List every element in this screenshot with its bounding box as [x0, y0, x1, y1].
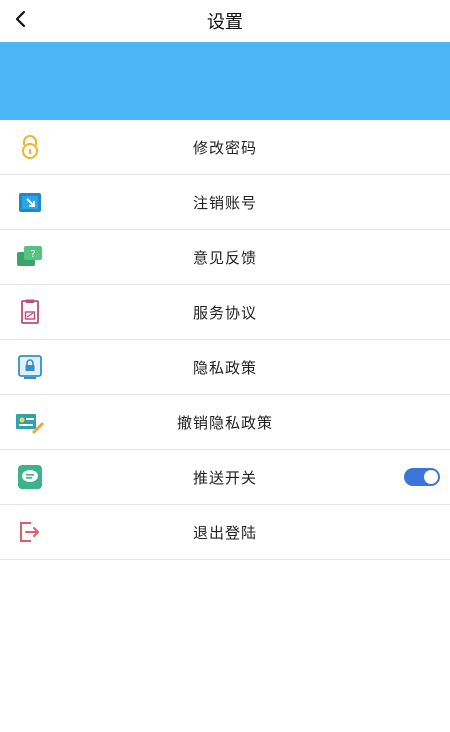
- push-switch-item: 推送开关: [0, 450, 450, 505]
- cancel-account-label: 注销账号: [192, 193, 257, 212]
- message-bubble-icon: [14, 461, 46, 493]
- settings-list: 修改密码 注销账号 ? 意见反馈 服务协议 隐私政策 撤销隐私政策 推送开关 退…: [0, 120, 450, 560]
- logout-label: 退出登陆: [192, 523, 257, 542]
- push-switch-label: 推送开关: [192, 468, 257, 487]
- svg-text:?: ?: [30, 249, 35, 260]
- push-toggle[interactable]: [404, 468, 440, 486]
- back-button[interactable]: [4, 2, 38, 36]
- change-password-item[interactable]: 修改密码: [0, 120, 450, 175]
- header-banner: [0, 42, 450, 120]
- lock-icon: [14, 131, 46, 163]
- logout-box-icon: [14, 186, 46, 218]
- chevron-left-icon: [15, 10, 26, 28]
- exit-icon: [14, 516, 46, 548]
- feedback-item[interactable]: ? 意见反馈: [0, 230, 450, 285]
- feedback-label: 意见反馈: [192, 248, 257, 267]
- revoke-document-icon: [14, 406, 46, 438]
- document-icon: [14, 296, 46, 328]
- toggle-knob: [424, 470, 438, 484]
- revoke-privacy-policy-label: 撤销隐私政策: [176, 413, 273, 432]
- change-password-label: 修改密码: [192, 138, 257, 157]
- feedback-chat-icon: ?: [14, 241, 46, 273]
- top-bar: 设置: [0, 0, 450, 42]
- privacy-policy-label: 隐私政策: [192, 358, 257, 377]
- revoke-privacy-policy-item[interactable]: 撤销隐私政策: [0, 395, 450, 450]
- privacy-lock-screen-icon: [14, 351, 46, 383]
- logout-item[interactable]: 退出登陆: [0, 505, 450, 560]
- cancel-account-item[interactable]: 注销账号: [0, 175, 450, 230]
- page-title: 设置: [207, 12, 243, 33]
- privacy-policy-item[interactable]: 隐私政策: [0, 340, 450, 395]
- service-agreement-label: 服务协议: [192, 303, 257, 322]
- service-agreement-item[interactable]: 服务协议: [0, 285, 450, 340]
